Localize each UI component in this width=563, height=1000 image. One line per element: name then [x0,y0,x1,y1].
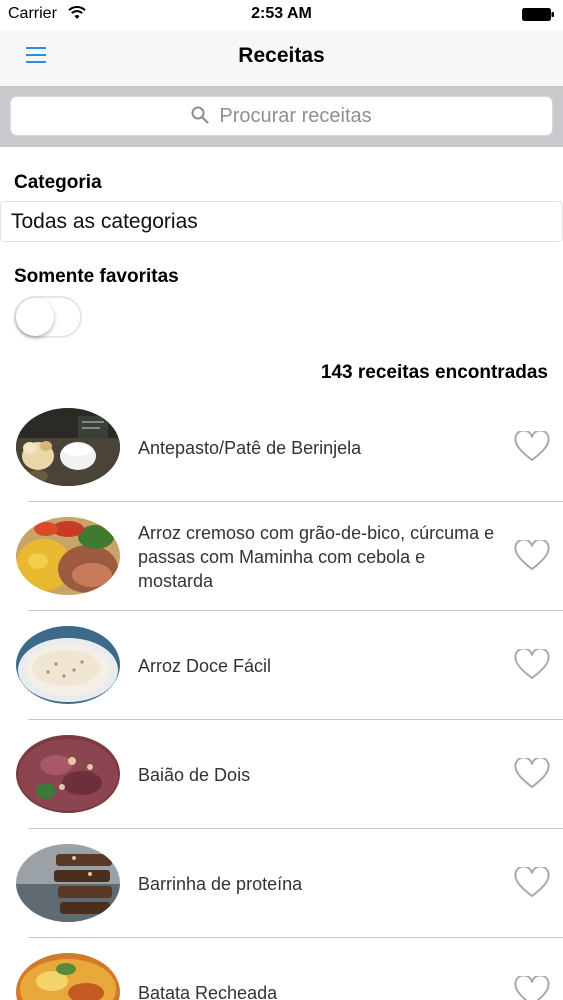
recipe-thumbnail [16,517,120,595]
recipe-row[interactable]: Arroz Doce Fácil [0,611,563,720]
recipe-thumbnail [16,626,120,704]
recipe-row[interactable]: Antepasto/Patê de Berinjela [0,393,563,502]
heart-outline-icon[interactable] [514,431,550,463]
favorites-toggle[interactable] [14,296,82,338]
recipe-row[interactable]: Batata Recheada [0,938,563,1000]
heart-outline-icon[interactable] [514,758,550,790]
recipe-row[interactable]: Barrinha de proteína [0,829,563,938]
recipe-name: Barrinha de proteína [138,874,303,894]
category-label: Categoria [14,172,102,193]
heart-outline-icon[interactable] [514,649,550,681]
recipe-name: Arroz Doce Fácil [138,656,272,676]
result-count: 143 receitas encontradas [320,362,548,383]
recipe-list: Antepasto/Patê de Berinjela Arroz cremos… [0,393,563,1000]
category-value: Todas as categorias [11,210,198,233]
recipe-thumbnail [16,408,120,486]
search-bar: Procurar receitas [0,87,563,147]
recipe-name: Antepasto/Patê de Berinjela [138,438,362,458]
heart-outline-icon[interactable] [514,867,550,899]
search-input[interactable]: Procurar receitas [10,96,553,136]
navigation-bar: Receitas [0,30,563,87]
recipe-name: Arroz cremoso com grão-de-bico, cúrcuma … [138,523,495,591]
search-placeholder: Procurar receitas [219,105,372,127]
battery-icon [522,8,554,21]
page-title: Receitas [238,44,325,67]
recipe-name: Baião de Dois [138,765,251,785]
status-bar: Carrier 2:53 AM [0,0,563,30]
recipe-row[interactable]: Arroz cremoso com grão-de-bico, cúrcuma … [0,502,563,611]
heart-outline-icon[interactable] [514,976,550,1000]
search-icon [191,106,209,124]
recipe-thumbnail [16,735,120,813]
clock: 2:53 AM [251,5,312,22]
favorites-label: Somente favoritas [14,266,179,287]
heart-outline-icon[interactable] [514,540,550,572]
recipe-thumbnail [16,953,120,1000]
toggle-knob [16,298,54,336]
recipe-row[interactable]: Baião de Dois [0,720,563,829]
recipe-name: Batata Recheada [138,983,278,1000]
category-select[interactable]: Todas as categorias [0,201,563,242]
recipe-thumbnail [16,844,120,922]
